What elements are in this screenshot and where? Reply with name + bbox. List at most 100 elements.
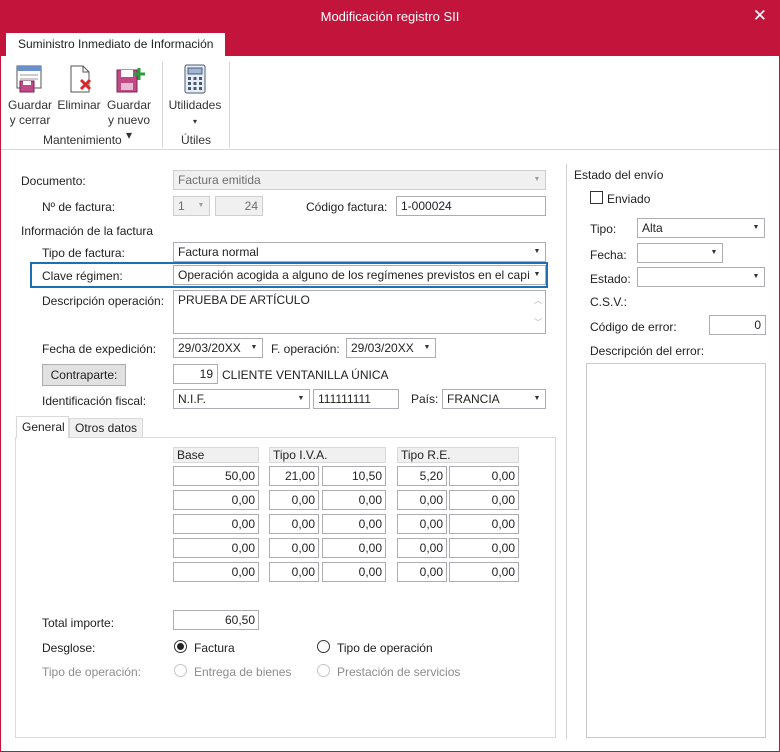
grid-cell-iva-pct[interactable]: 0,00 <box>269 538 319 558</box>
panel-divider <box>566 164 567 739</box>
identificacion-type-value: N.I.F. <box>178 392 207 406</box>
documento-select: Factura emitida ▼ <box>173 170 546 190</box>
prestacion-servicios-label: Prestación de servicios <box>337 665 461 679</box>
save-new-button[interactable]: Guardar y nuevo ▾ <box>105 64 153 143</box>
chevron-down-icon: ▼ <box>297 395 305 402</box>
descripcion-textarea[interactable]: PRUEBA DE ARTÍCULO ︿ ﹀ <box>173 290 546 334</box>
grid-cell-iva-pct[interactable]: 0,00 <box>269 562 319 582</box>
grid-cell-base[interactable]: 0,00 <box>173 514 259 534</box>
close-icon[interactable]: ✕ <box>753 6 767 26</box>
chevron-down-icon: ▼ <box>250 344 258 351</box>
grid-cell-iva-amt[interactable]: 0,00 <box>322 538 386 558</box>
serie-select: 1 ▼ <box>173 196 210 216</box>
grid-cell-re-pct[interactable]: 0,00 <box>397 490 447 510</box>
scroll-down-icon[interactable]: ﹀ <box>534 314 542 332</box>
save-close-label-1: Guardar <box>7 98 53 112</box>
descripcion-error-textarea[interactable] <box>586 363 766 738</box>
grid-cell-re-amt[interactable]: 0,00 <box>449 490 519 510</box>
chevron-down-icon: ▼ <box>533 248 541 255</box>
descripcion-value: PRUEBA DE ARTÍCULO <box>178 293 310 307</box>
fecha-expedicion-value: 29/03/20XX <box>178 341 241 355</box>
tipo-envio-select[interactable]: Alta ▼ <box>637 218 765 238</box>
codigo-error-field[interactable]: 0 <box>709 315 766 335</box>
ribbon-tabstrip: Suministro Inmediato de Información <box>1 33 779 56</box>
tab-otros-datos[interactable]: Otros datos <box>69 418 144 437</box>
grid-cell-re-amt[interactable]: 0,00 <box>449 562 519 582</box>
tipo-envio-label: Tipo: <box>590 222 617 236</box>
ribbon: Guardar y cerrar Eliminar Guardar y nuev… <box>1 56 779 150</box>
save-close-button[interactable]: Guardar y cerrar <box>7 64 53 128</box>
grid-cell-re-amt[interactable]: 0,00 <box>449 538 519 558</box>
chevron-down-icon: ▼ <box>533 176 541 183</box>
grid-cell-iva-amt[interactable]: 0,00 <box>322 490 386 510</box>
save-new-icon <box>116 68 145 93</box>
estado-select[interactable]: ▼ <box>637 267 765 287</box>
descripcion-error-label: Descripción del error: <box>590 344 705 358</box>
utilities-dropdown-arrow: ▾ <box>192 117 197 126</box>
grid-cell-iva-pct[interactable]: 0,00 <box>269 490 319 510</box>
tipo-operacion-label: Tipo de operación: <box>42 665 141 679</box>
grid-cell-iva-pct[interactable]: 21,00 <box>269 466 319 486</box>
identificacion-field[interactable]: 111111111 <box>313 389 399 409</box>
fecha-expedicion-field[interactable]: 29/03/20XX ▼ <box>173 338 263 358</box>
delete-button[interactable]: Eliminar <box>56 64 102 113</box>
desglose-tipo-operacion-radio[interactable] <box>317 640 330 653</box>
total-importe-field: 60,50 <box>173 610 259 630</box>
tipo-factura-select[interactable]: Factura normal ▼ <box>173 242 546 262</box>
grid-cell-iva-amt[interactable]: 0,00 <box>322 514 386 534</box>
grid-cell-base[interactable]: 0,00 <box>173 490 259 510</box>
contraparte-name: CLIENTE VENTANILLA ÚNICA <box>222 368 389 382</box>
grid-cell-re-pct[interactable]: 0,00 <box>397 514 447 534</box>
grid-cell-re-pct[interactable]: 5,20 <box>397 466 447 486</box>
grid-cell-iva-amt[interactable]: 0,00 <box>322 562 386 582</box>
clave-regimen-label: Clave régimen: <box>42 269 123 283</box>
codigo-factura-field[interactable]: 1-000024 <box>396 196 546 216</box>
section-info-factura: Información de la factura <box>21 224 154 238</box>
chevron-down-icon: ▼ <box>710 249 718 256</box>
delete-icon <box>70 65 92 93</box>
total-importe-label: Total importe: <box>42 616 115 630</box>
enviado-checkbox[interactable] <box>590 191 603 204</box>
window-title: Modificación registro SII <box>320 9 460 24</box>
estado-envio-title: Estado del envío <box>574 168 664 182</box>
desglose-factura-radio[interactable] <box>174 640 187 653</box>
grid-cell-re-amt[interactable]: 0,00 <box>449 514 519 534</box>
fecha-envio-field[interactable]: ▼ <box>637 243 723 263</box>
identificacion-type-select[interactable]: N.I.F. ▼ <box>173 389 310 409</box>
f-operacion-label: F. operación: <box>271 342 340 356</box>
entrega-bienes-radio <box>174 664 187 677</box>
save-close-label-2: y cerrar <box>9 113 51 127</box>
contraparte-button[interactable]: Contraparte: <box>42 364 126 386</box>
codigo-factura-label: Código factura: <box>306 200 388 214</box>
desglose-tipo-operacion-label: Tipo de operación <box>337 641 433 655</box>
grid-cell-re-amt[interactable]: 0,00 <box>449 466 519 486</box>
documento-label: Documento: <box>21 174 86 188</box>
calculator-icon <box>184 64 206 94</box>
ribbon-separator <box>229 62 230 148</box>
utilities-button[interactable]: Utilidades ▾ <box>167 64 223 129</box>
identificacion-label: Identificación fiscal: <box>42 394 147 408</box>
grid-cell-base[interactable]: 50,00 <box>173 466 259 486</box>
grid-cell-base[interactable]: 0,00 <box>173 562 259 582</box>
pais-select[interactable]: FRANCIA ▼ <box>442 389 546 409</box>
chevron-down-icon: ▼ <box>197 202 205 209</box>
grid-cell-re-pct[interactable]: 0,00 <box>397 562 447 582</box>
pais-value: FRANCIA <box>447 392 500 406</box>
grid-cell-iva-pct[interactable]: 0,00 <box>269 514 319 534</box>
tipo-envio-value: Alta <box>642 221 663 235</box>
contraparte-code-field[interactable]: 19 <box>173 364 218 384</box>
ribbon-tab-sii[interactable]: Suministro Inmediato de Información <box>6 33 226 56</box>
grid-cell-re-pct[interactable]: 0,00 <box>397 538 447 558</box>
delete-label: Eliminar <box>57 98 101 112</box>
utilities-label: Utilidades <box>168 98 222 112</box>
scroll-up-icon[interactable]: ︿ <box>534 292 542 310</box>
grid-cell-base[interactable]: 0,00 <box>173 538 259 558</box>
grid-cell-iva-amt[interactable]: 10,50 <box>322 466 386 486</box>
clave-regimen-select[interactable]: Operación acogida a alguno de los regíme… <box>173 265 546 285</box>
fecha-expedicion-label: Fecha de expedición: <box>42 342 157 356</box>
ribbon-separator <box>162 62 163 148</box>
title-bar: Modificación registro SII ✕ <box>1 1 779 33</box>
f-operacion-field[interactable]: 29/03/20XX ▼ <box>346 338 436 358</box>
tab-general[interactable]: General <box>16 416 69 438</box>
save-close-icon <box>16 65 42 93</box>
